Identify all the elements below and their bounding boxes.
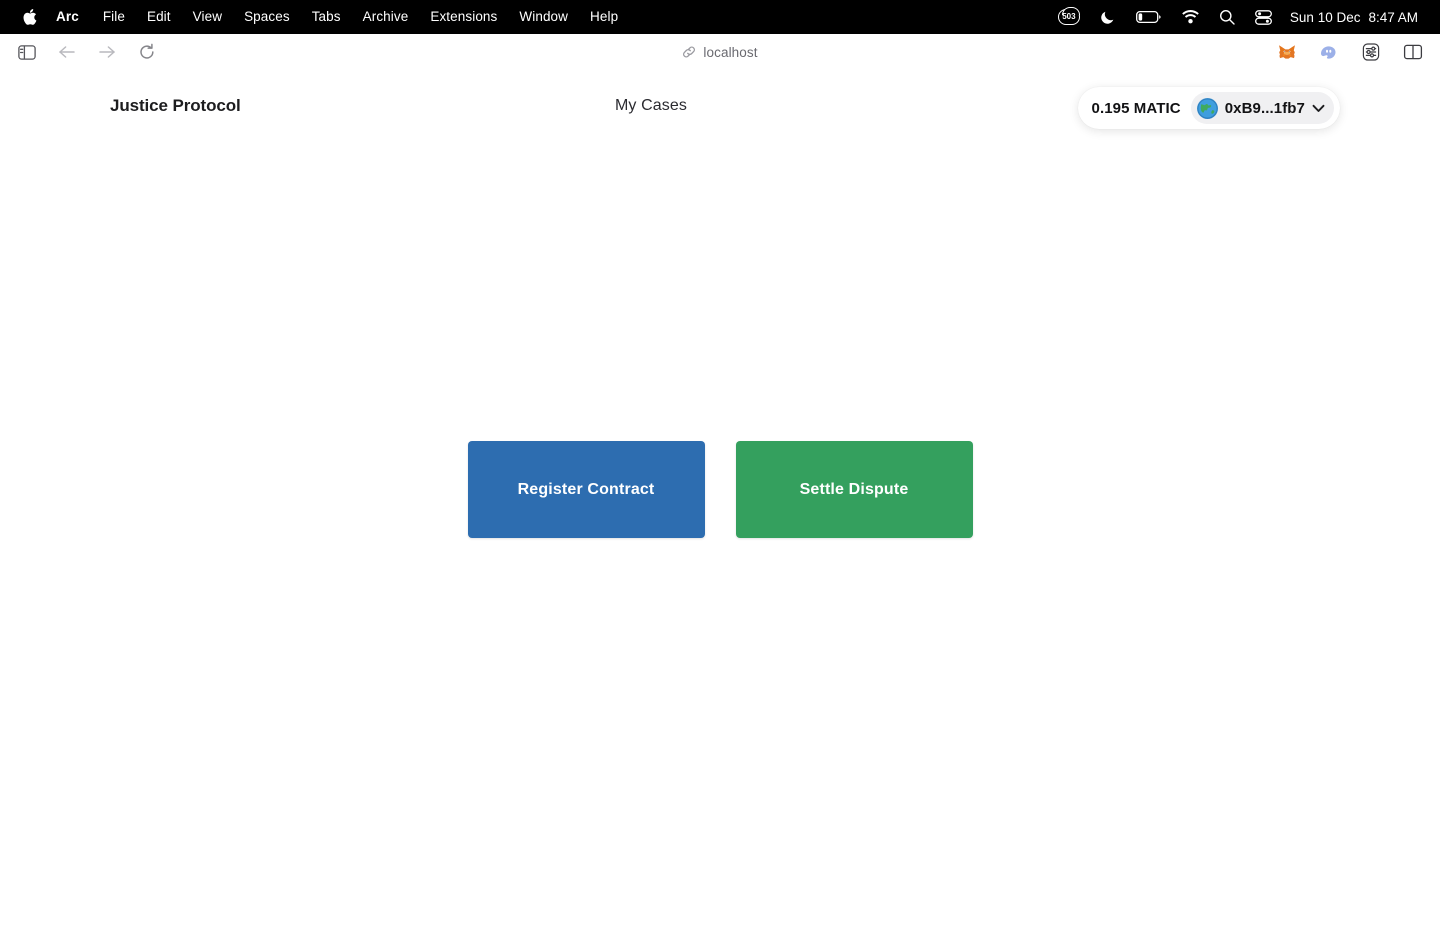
menu-item-help[interactable]: Help [579, 0, 629, 34]
menu-item-file[interactable]: File [92, 0, 136, 34]
url-text: localhost [703, 44, 758, 60]
menu-item-arc[interactable]: Arc [48, 0, 92, 34]
settings-sliders-icon[interactable] [1358, 39, 1384, 65]
reload-button[interactable] [134, 39, 160, 65]
page-content: Justice Protocol My Cases 0.195 MATIC 0x… [0, 70, 1440, 935]
nav-link-my-cases[interactable]: My Cases [615, 97, 687, 115]
link-icon [682, 45, 696, 59]
menu-bar-clock[interactable]: Sun 10 Dec 8:47 AM [1282, 10, 1422, 25]
url-display[interactable]: localhost [0, 45, 1440, 60]
wallet-account-button[interactable]: 0xB9...1fb7 [1190, 92, 1334, 124]
wallet-address: 0xB9...1fb7 [1224, 99, 1305, 117]
action-buttons: Register Contract Settle Dispute [0, 441, 1440, 538]
menu-bar-items: Arc File Edit View Spaces Tabs Archive E… [14, 0, 629, 34]
sidebar-toggle-icon[interactable] [14, 39, 40, 65]
browser-extensions [1274, 39, 1426, 65]
menu-item-extensions[interactable]: Extensions [419, 0, 508, 34]
back-button[interactable] [54, 39, 80, 65]
menu-item-edit[interactable]: Edit [136, 0, 182, 34]
macos-menu-bar: Arc File Edit View Spaces Tabs Archive E… [0, 0, 1440, 34]
split-view-icon[interactable] [1400, 39, 1426, 65]
metamask-extension-icon[interactable] [1274, 39, 1300, 65]
menu-item-archive[interactable]: Archive [352, 0, 420, 34]
forward-button[interactable] [94, 39, 120, 65]
wallet-balance: 0.195 MATIC [1091, 99, 1181, 117]
menu-item-tabs[interactable]: Tabs [301, 0, 352, 34]
settle-dispute-button[interactable]: Settle Dispute [735, 441, 973, 538]
stats-badge-icon[interactable]: 503 [1048, 0, 1090, 34]
search-icon[interactable] [1209, 0, 1245, 34]
browser-nav-group [14, 39, 160, 65]
app-header: Justice Protocol My Cases 0.195 MATIC 0x… [0, 70, 1440, 142]
menu-item-window[interactable]: Window [508, 0, 579, 34]
apple-logo-icon[interactable] [14, 0, 44, 34]
wallet-widget[interactable]: 0.195 MATIC 0xB9...1fb7 [1077, 87, 1340, 129]
menu-bar-date: Sun 10 Dec [1289, 9, 1361, 25]
wifi-icon[interactable] [1172, 0, 1209, 34]
stats-badge-count: 503 [1062, 12, 1076, 21]
battery-icon[interactable] [1126, 0, 1172, 34]
menu-item-spaces[interactable]: Spaces [233, 0, 301, 34]
menu-item-view[interactable]: View [182, 0, 233, 34]
menu-bar-status-items: 503 Sun 10 Dec 8:47 AM [1048, 0, 1428, 34]
register-contract-button[interactable]: Register Contract [467, 441, 705, 538]
menu-bar-time: 8:47 AM [1368, 9, 1418, 25]
phantom-extension-icon[interactable] [1316, 39, 1342, 65]
globe-icon [1196, 97, 1218, 119]
chevron-down-icon[interactable] [1312, 104, 1325, 113]
browser-toolbar: localhost [0, 34, 1440, 70]
page-title: Justice Protocol [110, 96, 241, 115]
moon-icon[interactable] [1090, 0, 1126, 34]
control-center-icon[interactable] [1245, 0, 1282, 34]
